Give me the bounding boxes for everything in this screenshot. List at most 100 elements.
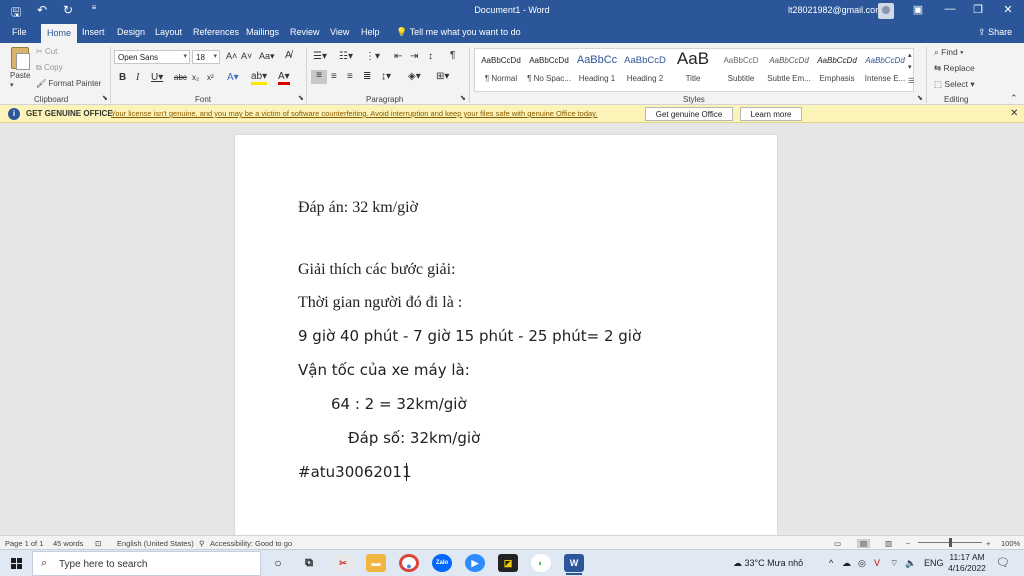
chrome-icon[interactable]: ● <box>399 554 419 572</box>
input-language[interactable]: ENG <box>924 558 944 568</box>
infobar-message-link[interactable]: Your license isn't genuine, and you may … <box>111 109 597 118</box>
print-layout-icon[interactable]: ▤ <box>857 539 871 548</box>
wifi-icon[interactable]: ⌔ <box>890 558 898 569</box>
find-button[interactable]: ⌕ Find ▾ <box>934 47 964 58</box>
tab-review[interactable]: Review <box>290 27 320 37</box>
bold-icon[interactable]: B <box>119 72 126 83</box>
italic-icon[interactable]: I <box>136 72 139 83</box>
borders-icon[interactable]: ⊞▾ <box>436 71 449 82</box>
clear-formatting-icon[interactable]: A̸ <box>285 50 292 61</box>
style-title[interactable]: AaB Title <box>669 49 717 91</box>
save-icon[interactable]: 🖫 <box>8 3 24 24</box>
style-heading-2[interactable]: AaBbCcD Heading 2 <box>621 49 669 91</box>
shading-icon[interactable]: ◈▾ <box>408 71 421 82</box>
vpn-tray-icon[interactable]: ◎ <box>858 558 866 569</box>
tab-layout[interactable]: Layout <box>155 27 182 37</box>
align-center-icon[interactable]: ≡ <box>331 71 337 82</box>
copy-button[interactable]: ⧉ Copy <box>36 63 63 73</box>
tab-insert[interactable]: Insert <box>82 27 105 37</box>
zoom-app-icon[interactable]: ▶ <box>465 554 485 572</box>
align-right-icon[interactable]: ≡ <box>347 71 353 82</box>
multilevel-list-icon[interactable]: ⋮▾ <box>365 51 380 62</box>
read-mode-icon[interactable]: ▭ <box>834 539 841 548</box>
word-taskbar-icon[interactable]: W <box>564 554 584 575</box>
tray-overflow-icon[interactable]: ^ <box>829 558 833 568</box>
format-painter-button[interactable]: 🖌 Format Painter <box>36 79 101 88</box>
cortana-icon[interactable]: ○ <box>268 554 288 572</box>
tab-home[interactable]: Home <box>41 24 78 43</box>
align-left-icon[interactable]: ≡ <box>311 70 327 84</box>
restore-icon[interactable]: ❐ <box>969 3 987 16</box>
zoom-level[interactable]: 100% <box>1001 539 1020 548</box>
close-infobar-icon[interactable]: ✕ <box>1010 108 1018 119</box>
paragraph-launcher-icon[interactable]: ⬊ <box>460 94 466 102</box>
increase-indent-icon[interactable]: ⇥ <box>410 51 418 62</box>
font-name-select[interactable]: Open Sans <box>114 50 190 64</box>
justify-icon[interactable]: ≣ <box>363 71 371 82</box>
sticky-notes-icon[interactable]: ◪ <box>498 554 518 572</box>
task-view-icon[interactable]: ⧉ <box>299 554 319 572</box>
bullets-icon[interactable]: ☰▾ <box>313 51 327 62</box>
font-color-icon[interactable]: A▾ <box>278 72 290 85</box>
collapse-ribbon-icon[interactable]: ⌃ <box>1010 93 1018 104</box>
style-emphasis[interactable]: AaBbCcDd Emphasis <box>813 49 861 91</box>
shrink-font-icon[interactable]: A˅ <box>241 51 252 61</box>
page-count[interactable]: Page 1 of 1 <box>5 539 43 548</box>
zalo-icon[interactable]: Zalo <box>432 554 452 572</box>
tab-file[interactable]: File <box>12 27 27 37</box>
notifications-icon[interactable]: 🗨 <box>996 556 1010 569</box>
style-heading-1[interactable]: AaBbCc Heading 1 <box>573 49 621 91</box>
paste-button[interactable]: Paste <box>10 71 30 80</box>
decrease-indent-icon[interactable]: ⇤ <box>394 51 402 62</box>
tab-references[interactable]: References <box>193 27 239 37</box>
styles-scroll-down-icon[interactable]: ▾ <box>908 63 912 71</box>
coccoc-icon[interactable]: ◐ <box>531 554 551 572</box>
sort-icon[interactable]: ↕ <box>428 51 433 62</box>
strikethrough-icon[interactable]: abc <box>174 73 187 82</box>
tab-mailings[interactable]: Mailings <box>246 27 279 37</box>
replace-button[interactable]: ⇆ Replace <box>934 63 975 74</box>
text-effects-icon[interactable]: A▾ <box>227 72 239 83</box>
word-count[interactable]: 45 words <box>53 539 83 548</box>
subscript-icon[interactable]: x₂ <box>192 73 199 82</box>
show-formatting-icon[interactable]: ¶ <box>450 50 455 61</box>
font-launcher-icon[interactable]: ⬊ <box>298 94 304 102</box>
system-clock[interactable]: 11:17 AM 4/16/2022 <box>944 552 990 574</box>
taskbar-search[interactable]: ⌕ Type here to search <box>32 551 261 576</box>
language-indicator[interactable]: English (United States) <box>117 539 194 548</box>
antivirus-tray-icon[interactable]: V <box>874 558 880 568</box>
select-button[interactable]: ⬚ Select ▾ <box>934 79 975 90</box>
web-layout-icon[interactable]: ▥ <box>885 539 892 548</box>
redo-icon[interactable]: ↻ <box>60 3 76 24</box>
paste-icon[interactable] <box>11 47 30 70</box>
styles-launcher-icon[interactable]: ⬊ <box>917 94 923 102</box>
underline-icon[interactable]: U▾ <box>151 72 163 83</box>
numbering-icon[interactable]: ☷▾ <box>339 51 353 62</box>
proofing-icon[interactable]: ⊡ <box>95 539 101 548</box>
tab-view[interactable]: View <box>330 27 349 37</box>
clipboard-launcher-icon[interactable]: ⬊ <box>102 94 108 102</box>
close-icon[interactable]: ✕ <box>999 3 1017 16</box>
tab-design[interactable]: Design <box>117 27 145 37</box>
ribbon-display-options-icon[interactable]: ▣ <box>909 3 927 16</box>
network-tray-icon[interactable]: ☁ <box>842 558 851 569</box>
account-email[interactable]: lt28021982@gmail.com <box>788 5 883 15</box>
customize-toolbar-icon[interactable]: ≡ <box>86 3 102 24</box>
grow-font-icon[interactable]: A˄ <box>226 51 237 61</box>
snipping-tool-icon[interactable]: ✂ <box>333 554 353 572</box>
windows-start-icon[interactable] <box>11 558 23 570</box>
style-subtle-emphasis[interactable]: AaBbCcDd Subtle Em... <box>765 49 813 91</box>
file-explorer-icon[interactable]: ▬ <box>366 554 386 572</box>
styles-more-icon[interactable]: ☰ <box>908 77 914 85</box>
tell-me-search[interactable]: 💡 Tell me what you want to do <box>396 27 521 38</box>
tab-help[interactable]: Help <box>361 27 380 37</box>
line-spacing-icon[interactable]: ↨▾ <box>381 71 391 82</box>
cut-button[interactable]: ✂ Cut <box>36 47 57 56</box>
accessibility-status[interactable]: Accessibility: Good to go <box>210 539 292 548</box>
highlight-icon[interactable]: ab▾ <box>251 72 268 85</box>
undo-icon[interactable]: ↶ <box>34 3 50 24</box>
paste-dropdown-icon[interactable]: ▾ <box>10 81 14 89</box>
style-no-spacing[interactable]: AaBbCcDd ¶ No Spac... <box>525 49 573 91</box>
zoom-out-icon[interactable]: − <box>906 539 910 548</box>
style-normal[interactable]: AaBbCcDd ¶ Normal <box>477 49 525 91</box>
